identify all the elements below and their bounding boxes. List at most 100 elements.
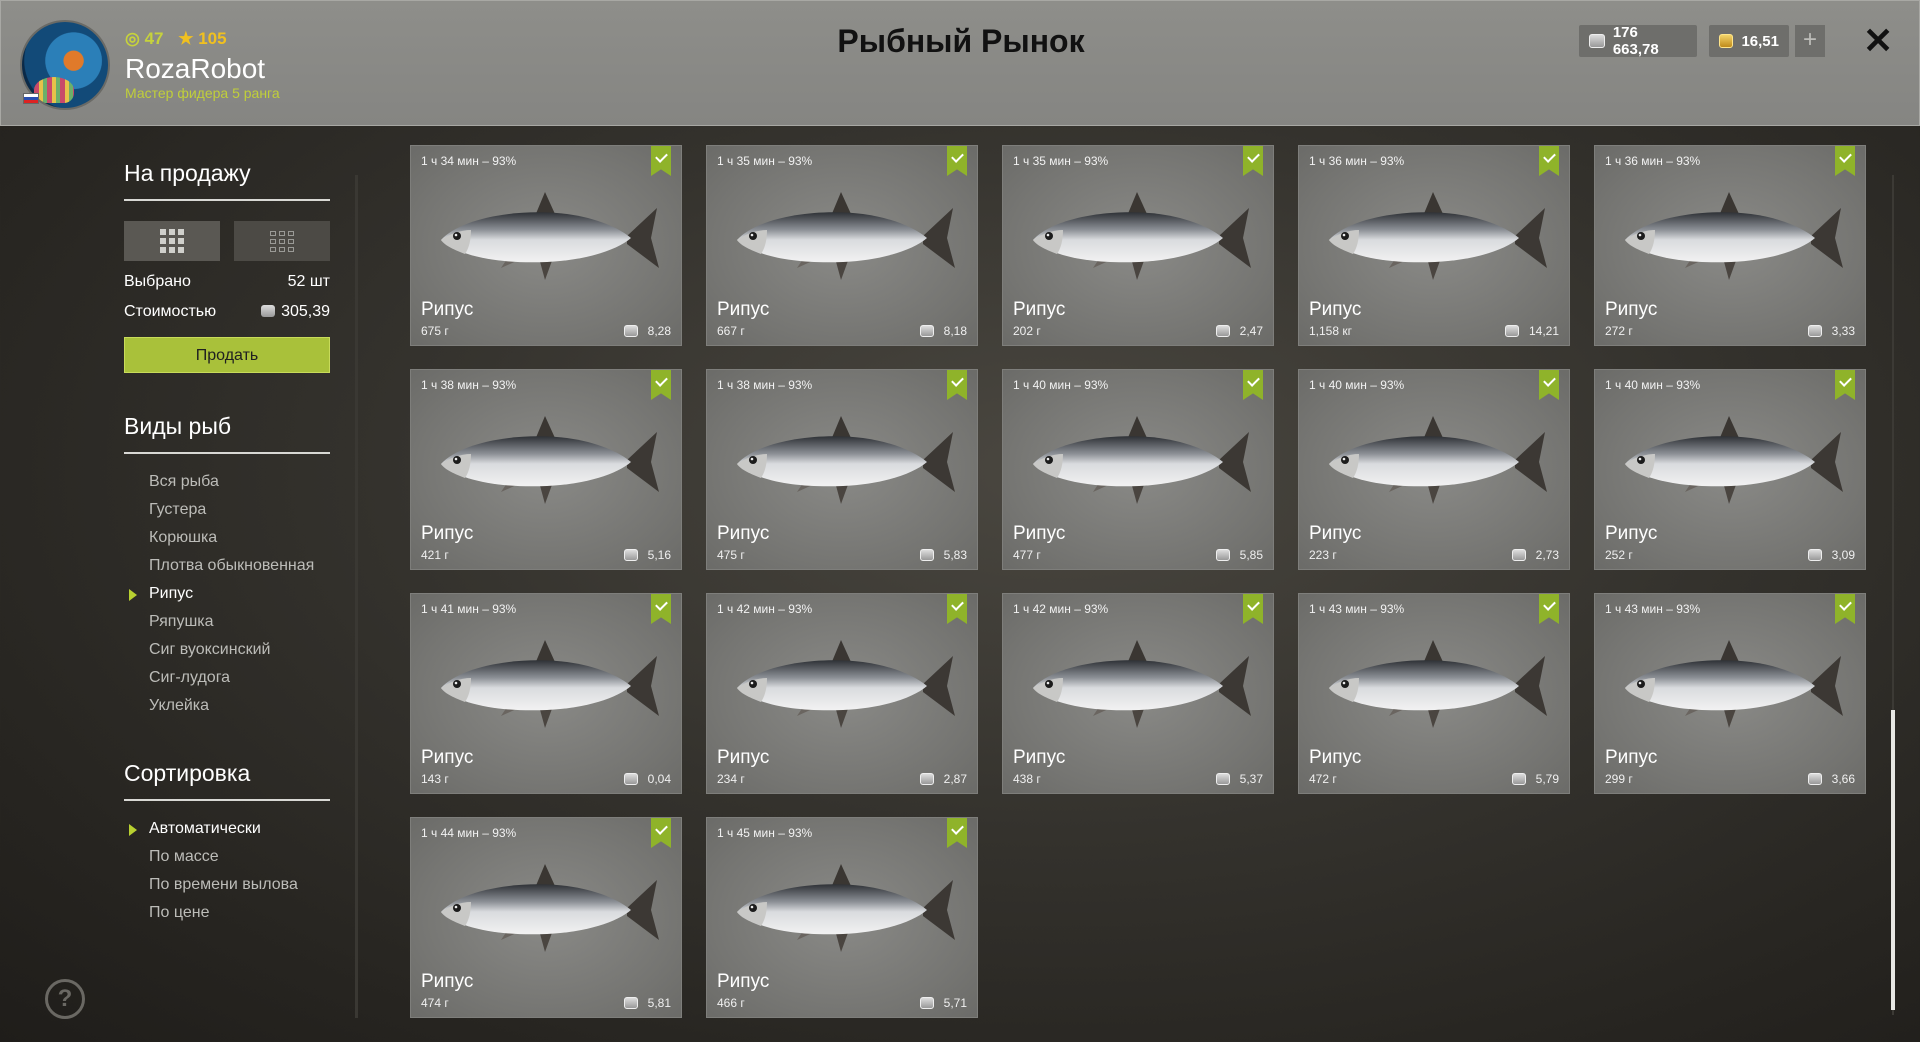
small-grid-icon [270, 230, 294, 252]
fish-image [441, 864, 659, 952]
fish-card[interactable]: 1 ч 42 мин – 93% Рипус 234 г 2,87 [706, 593, 978, 794]
catch-time: 1 ч 36 мин – 93% [1309, 154, 1405, 168]
selected-check-icon[interactable] [1539, 146, 1559, 176]
sort-item[interactable]: По массе [124, 843, 330, 871]
species-item[interactable]: Густера [124, 496, 330, 524]
species-item[interactable]: Плотва обыкновенная [124, 552, 330, 580]
selected-check-icon[interactable] [1243, 594, 1263, 624]
catch-time: 1 ч 34 мин – 93% [421, 154, 517, 168]
small-grid-view-button[interactable] [234, 221, 330, 261]
silver-coin-icon [623, 549, 638, 561]
species-item[interactable]: Корюшка [124, 524, 330, 552]
fish-weight: 421 г [421, 548, 449, 562]
selected-check-icon[interactable] [1835, 146, 1855, 176]
fish-card[interactable]: 1 ч 40 мин – 93% Рипус 223 г 2,73 [1298, 369, 1570, 570]
catch-time: 1 ч 38 мин – 93% [421, 378, 517, 392]
sort-label: По времени вылова [149, 876, 298, 893]
species-item[interactable]: Сиг-лудога [124, 664, 330, 692]
species-item[interactable]: Рипус [124, 580, 330, 608]
selected-check-icon[interactable] [1835, 370, 1855, 400]
selected-check-icon[interactable] [947, 146, 967, 176]
gold-balance: 16,51 [1709, 25, 1789, 57]
selected-check-icon[interactable] [1539, 370, 1559, 400]
fish-card[interactable]: 1 ч 35 мин – 93% Рипус 202 г 2,47 [1002, 145, 1274, 346]
fish-price: 3,09 [1807, 548, 1855, 562]
selected-check-icon[interactable] [651, 594, 671, 624]
flag-icon [23, 93, 39, 104]
fish-name: Рипус [1309, 523, 1362, 544]
fish-price: 5,71 [919, 996, 967, 1010]
fish-card[interactable]: 1 ч 36 мин – 93% Рипус 272 г 3,33 [1594, 145, 1866, 346]
selected-check-icon[interactable] [1539, 594, 1559, 624]
large-grid-view-button[interactable] [124, 221, 220, 261]
fish-image [1033, 416, 1251, 504]
sell-button[interactable]: Продать [124, 337, 330, 373]
selected-check-icon[interactable] [947, 818, 967, 848]
selected-check-icon[interactable] [947, 594, 967, 624]
sort-item[interactable]: Автоматически [124, 815, 330, 843]
fish-price-value: 2,47 [1239, 324, 1263, 338]
sort-item[interactable]: По цене [124, 899, 330, 927]
help-icon[interactable]: ? [45, 979, 85, 1019]
fish-name: Рипус [717, 299, 770, 320]
species-item[interactable]: Ряпушка [124, 608, 330, 636]
fish-weight: 223 г [1309, 548, 1337, 562]
selected-check-icon[interactable] [947, 370, 967, 400]
fish-card[interactable]: 1 ч 38 мин – 93% Рипус 475 г 5,83 [706, 369, 978, 570]
silver-value: 176 663,78 [1612, 24, 1659, 58]
selected-check-icon[interactable] [1243, 146, 1263, 176]
fish-name: Рипус [717, 747, 770, 768]
sort-item[interactable]: По времени вылова [124, 871, 330, 899]
selected-check-icon[interactable] [651, 146, 671, 176]
fish-card[interactable]: 1 ч 43 мин – 93% Рипус 299 г 3,66 [1594, 593, 1866, 794]
fish-price: 5,85 [1215, 548, 1263, 562]
fish-image [737, 640, 955, 728]
fish-price-value: 14,21 [1528, 324, 1559, 338]
fish-card[interactable]: 1 ч 36 мин – 93% Рипус 1,158 кг 14,21 [1298, 145, 1570, 346]
selected-check-icon[interactable] [1243, 370, 1263, 400]
selected-check-icon[interactable] [651, 370, 671, 400]
scrollbar-thumb[interactable] [1891, 710, 1895, 1010]
fish-weight: 143 г [421, 772, 449, 786]
fish-card[interactable]: 1 ч 35 мин – 93% Рипус 667 г 8,18 [706, 145, 978, 346]
fish-card[interactable]: 1 ч 41 мин – 93% Рипус 143 г 0,04 [410, 593, 682, 794]
fish-image [441, 416, 659, 504]
fish-card[interactable]: 1 ч 42 мин – 93% Рипус 438 г 5,37 [1002, 593, 1274, 794]
fish-image [737, 416, 955, 504]
fish-name: Рипус [1309, 299, 1362, 320]
fish-price-value: 5,83 [943, 548, 967, 562]
fish-weight: 252 г [1605, 548, 1633, 562]
gold-value: 16,51 [1741, 32, 1779, 50]
fish-card[interactable]: 1 ч 40 мин – 93% Рипус 477 г 5,85 [1002, 369, 1274, 570]
sort-label: По цене [149, 904, 210, 921]
fish-price: 8,18 [919, 324, 967, 338]
species-item[interactable]: Уклейка [124, 692, 330, 720]
silver-coin-icon [1807, 325, 1822, 337]
add-gold-button[interactable]: + [1795, 25, 1825, 57]
cost-value: 305,39 [281, 303, 330, 320]
silver-coin-icon [1807, 549, 1822, 561]
fish-price: 5,83 [919, 548, 967, 562]
fish-weight: 202 г [1013, 324, 1041, 338]
silver-coin-icon [1215, 549, 1230, 561]
fish-card[interactable]: 1 ч 40 мин – 93% Рипус 252 г 3,09 [1594, 369, 1866, 570]
fish-name: Рипус [1013, 523, 1066, 544]
fish-image [1625, 640, 1843, 728]
fish-price-value: 8,28 [647, 324, 671, 338]
silver-coin-icon [1589, 34, 1605, 48]
fish-card[interactable]: 1 ч 34 мин – 93% Рипус 675 г 8,28 [410, 145, 682, 346]
sidebar-divider [355, 175, 358, 1018]
fish-card[interactable]: 1 ч 38 мин – 93% Рипус 421 г 5,16 [410, 369, 682, 570]
fish-card[interactable]: 1 ч 43 мин – 93% Рипус 472 г 5,79 [1298, 593, 1570, 794]
species-item[interactable]: Вся рыба [124, 468, 330, 496]
silver-coin-icon [623, 773, 638, 785]
species-item[interactable]: Сиг вуоксинский [124, 636, 330, 664]
selected-check-icon[interactable] [651, 818, 671, 848]
fish-card[interactable]: 1 ч 45 мин – 93% Рипус 466 г 5,71 [706, 817, 978, 1018]
silver-balance: 176 663,78 [1579, 24, 1697, 58]
catch-time: 1 ч 42 мин – 93% [717, 602, 813, 616]
fish-weight: 675 г [421, 324, 449, 338]
fish-card[interactable]: 1 ч 44 мин – 93% Рипус 474 г 5,81 [410, 817, 682, 1018]
close-icon[interactable]: ✕ [1863, 21, 1893, 61]
selected-check-icon[interactable] [1835, 594, 1855, 624]
